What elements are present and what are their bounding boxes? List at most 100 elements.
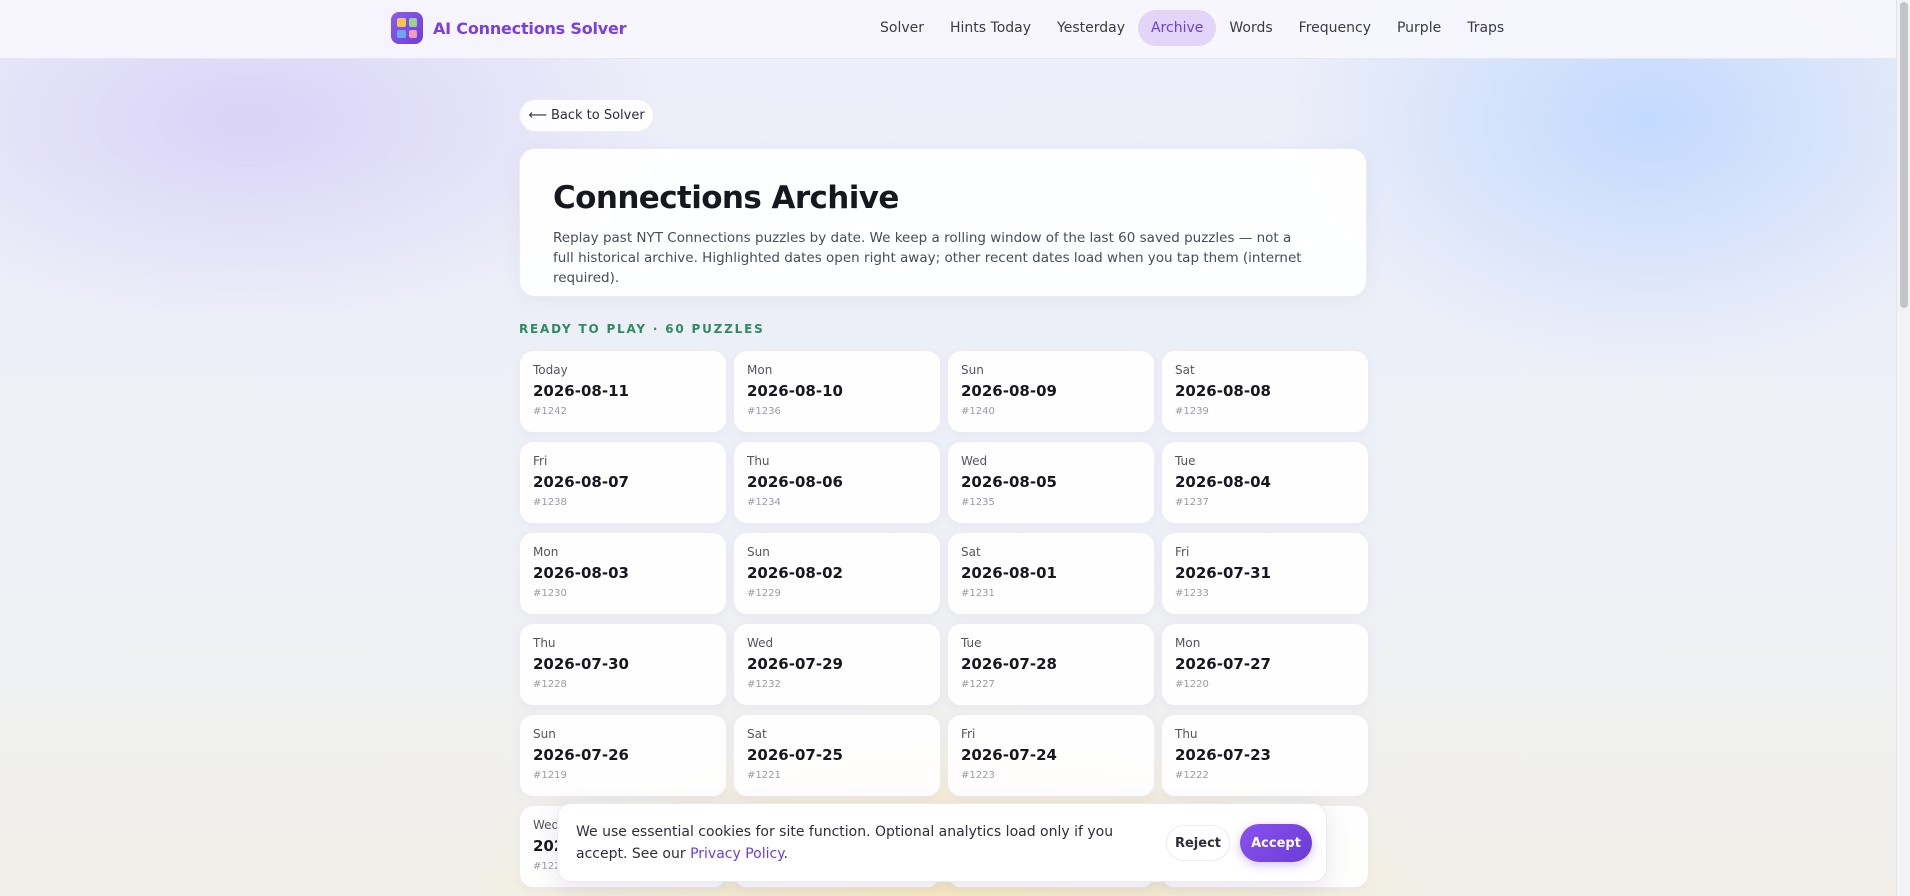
puzzle-card[interactable]: Fri 2026-07-24 #1223 (947, 714, 1155, 797)
puzzle-date: 2026-08-08 (1175, 382, 1271, 400)
nav-item-traps[interactable]: Traps (1454, 10, 1517, 46)
logo-tile (408, 18, 417, 27)
nav-item-solver[interactable]: Solver (867, 10, 937, 46)
puzzle-date: 2026-08-01 (961, 564, 1057, 582)
puzzle-number: #1239 (1175, 406, 1209, 417)
cookie-message: We use essential cookies for site functi… (576, 824, 1114, 862)
puzzle-number: #1232 (747, 679, 781, 690)
puzzle-day: Mon (747, 363, 773, 377)
back-button-label: Back to Solver (550, 108, 645, 123)
nav-item-words[interactable]: Words (1216, 10, 1285, 46)
puzzle-day: Sun (533, 727, 556, 741)
puzzle-date: 2026-07-27 (1175, 655, 1271, 673)
puzzle-date: 2026-07-24 (961, 746, 1057, 764)
puzzle-day: Mon (533, 545, 559, 559)
puzzle-number: #1238 (533, 497, 567, 508)
brand-link[interactable]: AI Connections Solver (391, 12, 627, 44)
section-label: READY TO PLAY · 60 PUZZLES (519, 322, 765, 336)
puzzle-card[interactable]: Sat 2026-08-08 #1239 (1161, 350, 1369, 433)
puzzle-number: #1221 (747, 770, 781, 781)
puzzle-day: Mon (1175, 636, 1201, 650)
puzzle-date: 2026-07-23 (1175, 746, 1271, 764)
accept-cookies-button[interactable]: Accept (1240, 824, 1312, 862)
puzzle-day: Wed (747, 636, 774, 650)
puzzle-date: 2026-08-09 (961, 382, 1057, 400)
page-title: Connections Archive (553, 180, 899, 216)
logo-tile (408, 29, 417, 38)
puzzle-card[interactable]: Mon 2026-08-03 #1230 (519, 532, 727, 615)
puzzle-day: Thu (533, 636, 556, 650)
puzzle-card[interactable]: Wed 2026-07-29 #1232 (733, 623, 941, 706)
puzzle-card[interactable]: Today 2026-08-11 #1242 (519, 350, 727, 433)
puzzle-number: #1230 (533, 588, 567, 599)
page-description: Replay past NYT Connections puzzles by d… (553, 230, 1302, 286)
logo-tile (397, 29, 406, 38)
puzzle-day: Fri (961, 727, 976, 741)
puzzle-card[interactable]: Fri 2026-07-31 #1233 (1161, 532, 1369, 615)
puzzle-number: #1228 (533, 679, 567, 690)
back-arrow-icon: ⟵ (528, 108, 547, 123)
nav-item-frequency[interactable]: Frequency (1286, 10, 1384, 46)
app-logo-icon (391, 12, 423, 44)
puzzle-card[interactable]: Mon 2026-07-27 #1220 (1161, 623, 1369, 706)
nav-item-hints-today[interactable]: Hints Today (937, 10, 1044, 46)
puzzle-date: 2026-07-29 (747, 655, 843, 673)
top-navigation-bar: AI Connections Solver Solver Hints Today Y… (0, 0, 1896, 59)
puzzle-date: 2026-08-05 (961, 473, 1057, 491)
puzzle-date: 2026-07-26 (533, 746, 629, 764)
puzzle-card[interactable]: Fri 2026-08-07 #1238 (519, 441, 727, 524)
puzzle-date: 2026-07-25 (747, 746, 843, 764)
nav-item-yesterday[interactable]: Yesterday (1044, 10, 1138, 46)
puzzle-number: #1231 (961, 588, 995, 599)
scrollbar[interactable] (1896, 0, 1910, 896)
puzzle-number: #1242 (533, 406, 567, 417)
puzzle-card[interactable]: Tue 2026-08-04 #1237 (1161, 441, 1369, 524)
scrollbar-thumb[interactable] (1900, 2, 1908, 308)
puzzle-day: Wed (961, 454, 988, 468)
puzzle-number: #1234 (747, 497, 781, 508)
brand-name: AI Connections Solver (433, 18, 627, 38)
puzzle-card[interactable]: Sat 2026-07-25 #1221 (733, 714, 941, 797)
puzzle-day: Tue (1175, 454, 1196, 468)
puzzle-date: 2026-08-03 (533, 564, 629, 582)
puzzle-card[interactable]: Wed 2026-08-05 #1235 (947, 441, 1155, 524)
cookie-text: We use essential cookies for site functi… (576, 821, 1146, 865)
puzzle-day: Today (533, 363, 568, 377)
puzzle-card[interactable]: Thu 2026-07-30 #1228 (519, 623, 727, 706)
archive-intro-card: Connections Archive Replay past NYT Conn… (519, 148, 1367, 297)
cookie-banner: We use essential cookies for site functi… (557, 803, 1327, 882)
puzzle-day: Sat (1175, 363, 1195, 377)
puzzle-card[interactable]: Thu 2026-08-06 #1234 (733, 441, 941, 524)
puzzle-card[interactable]: Thu 2026-07-23 #1222 (1161, 714, 1369, 797)
puzzle-day: Fri (1175, 545, 1190, 559)
puzzle-day: Sun (961, 363, 984, 377)
puzzle-number: #1236 (747, 406, 781, 417)
back-to-solver-button[interactable]: ⟵ Back to Solver (519, 99, 654, 132)
puzzle-day: Tue (961, 636, 982, 650)
puzzle-card[interactable]: Sun 2026-07-26 #1219 (519, 714, 727, 797)
puzzle-card[interactable]: Sun 2026-08-09 #1240 (947, 350, 1155, 433)
main-nav: Solver Hints Today Yesterday Archive Words Fr… (867, 10, 1517, 46)
puzzle-day: Sun (747, 545, 770, 559)
nav-item-archive[interactable]: Archive (1137, 10, 1217, 46)
puzzle-card[interactable]: Tue 2026-07-28 #1227 (947, 623, 1155, 706)
puzzle-date: 2026-08-10 (747, 382, 843, 400)
puzzle-day: Sat (747, 727, 767, 741)
puzzle-card[interactable]: Sat 2026-08-01 #1231 (947, 532, 1155, 615)
puzzle-number: #1229 (747, 588, 781, 599)
puzzle-day: Fri (533, 454, 548, 468)
puzzle-card[interactable]: Mon 2026-08-10 #1236 (733, 350, 941, 433)
puzzle-number: #1222 (1175, 770, 1209, 781)
reject-cookies-button[interactable]: Reject (1166, 825, 1230, 861)
puzzle-day: Thu (747, 454, 770, 468)
puzzle-day: Sat (961, 545, 981, 559)
puzzle-number: #1237 (1175, 497, 1209, 508)
puzzle-number: #1233 (1175, 588, 1209, 599)
puzzle-date: 2026-08-02 (747, 564, 843, 582)
nav-item-purple[interactable]: Purple (1384, 10, 1454, 46)
puzzle-date: 2026-08-04 (1175, 473, 1271, 491)
puzzle-card[interactable]: Sun 2026-08-02 #1229 (733, 532, 941, 615)
privacy-policy-link[interactable]: Privacy Policy (690, 846, 783, 862)
puzzle-day: Thu (1175, 727, 1198, 741)
puzzle-date: 2026-08-11 (533, 382, 629, 400)
